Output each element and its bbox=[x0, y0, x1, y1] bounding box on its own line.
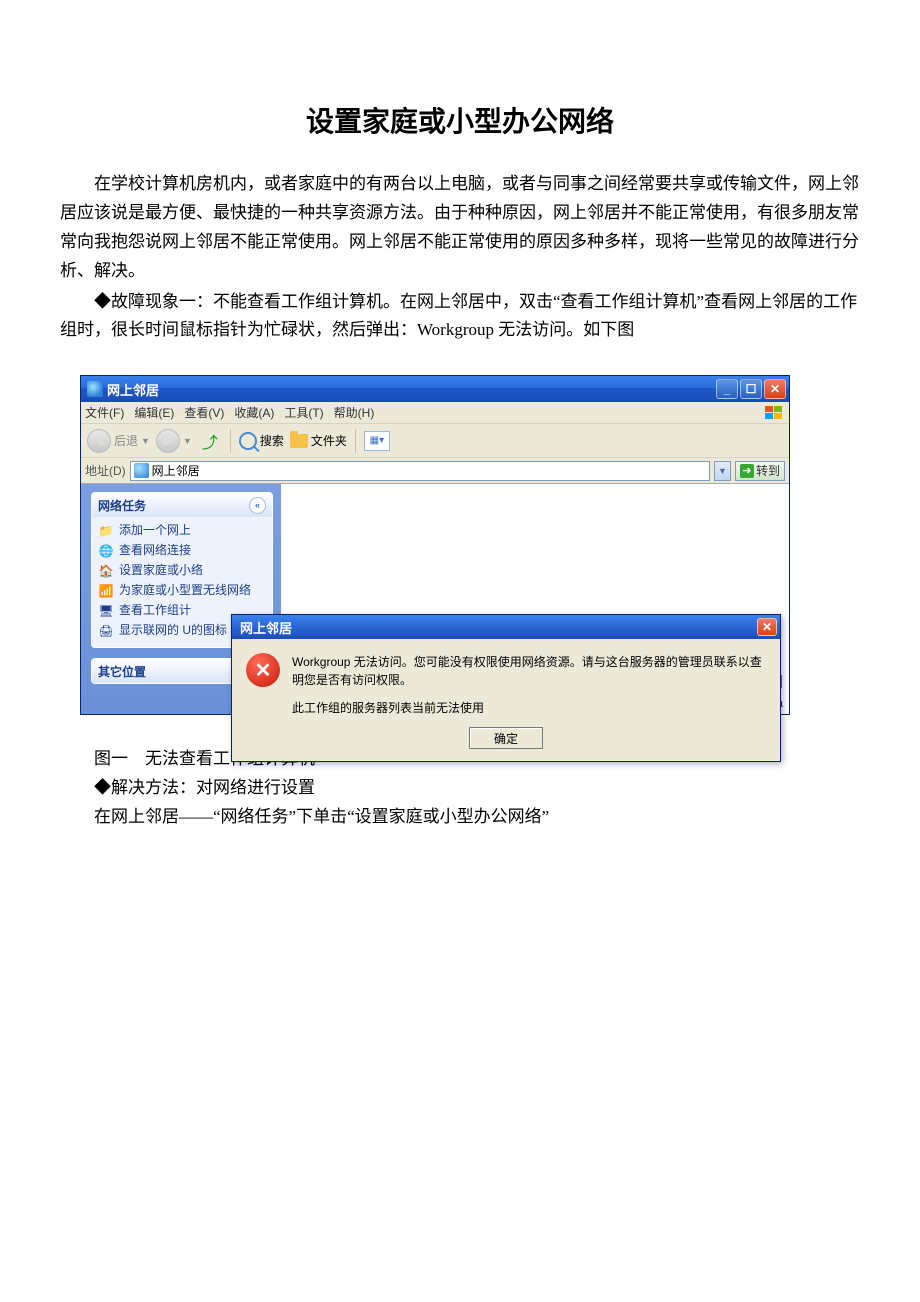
toolbar-separator bbox=[230, 429, 231, 453]
paragraph-fault1: ◆故障现象一：不能查看工作组计算机。在网上邻居中，双击“查看工作组计算机”查看网… bbox=[60, 288, 860, 346]
window-titlebar[interactable]: 网上邻居 _ ☐ ✕ bbox=[81, 376, 789, 402]
sidebar-item-label: 添加一个网上 bbox=[119, 523, 191, 537]
sidebar-item-label: 为家庭或小型置无线网络 bbox=[119, 583, 251, 597]
error-icon: ✕ bbox=[246, 653, 280, 687]
close-button[interactable]: ✕ bbox=[764, 379, 786, 399]
sidebar-item-add-place[interactable]: 📁 添加一个网上 bbox=[98, 523, 266, 539]
back-button[interactable]: ◄ 后退 ▼ bbox=[87, 429, 150, 453]
sidebar-item-view-connections[interactable]: 🌐 查看网络连接 bbox=[98, 543, 266, 559]
go-label: 转到 bbox=[756, 462, 780, 479]
up-button[interactable]: ⤴ bbox=[198, 429, 222, 453]
sidebar-item-label: 显示联网的 U的图标 bbox=[119, 623, 227, 637]
menu-favorites[interactable]: 收藏(A) bbox=[234, 404, 274, 421]
toolbar-separator bbox=[355, 429, 356, 453]
go-arrow-icon: ➜ bbox=[740, 464, 754, 478]
globe-icon: 🌐 bbox=[98, 543, 114, 559]
back-label: 后退 bbox=[114, 432, 138, 449]
toolbar: ◄ 后退 ▼ ► ▼ ⤴ 搜索 文件夹 ▦▾ bbox=[81, 424, 789, 458]
network-tasks-title: 网络任务 bbox=[98, 497, 146, 514]
paragraph-intro: 在学校计算机房机内，或者家庭中的有两台以上电脑，或者与同事之间经常要共享或传输文… bbox=[60, 170, 860, 286]
address-bar: 地址(D) 网上邻居 ▼ ➜ 转到 bbox=[81, 458, 789, 484]
chevron-down-icon: ▼ bbox=[183, 436, 192, 446]
menu-view[interactable]: 查看(V) bbox=[184, 404, 224, 421]
document-title: 设置家庭或小型办公网络 bbox=[60, 100, 860, 140]
folders-button[interactable]: 文件夹 bbox=[290, 432, 347, 449]
forward-button[interactable]: ► ▼ bbox=[156, 429, 192, 453]
network-places-icon bbox=[134, 463, 149, 478]
sidebar-item-label: 查看网络连接 bbox=[119, 543, 191, 557]
windows-flag-icon bbox=[763, 405, 785, 421]
other-places-title: 其它位置 bbox=[98, 663, 146, 680]
menu-file[interactable]: 文件(F) bbox=[85, 404, 124, 421]
dialog-titlebar[interactable]: 网上邻居 ✕ bbox=[232, 615, 780, 639]
network-tasks-header[interactable]: 网络任务 « bbox=[92, 493, 272, 517]
folder-icon bbox=[290, 434, 308, 448]
dialog-close-button[interactable]: ✕ bbox=[757, 618, 777, 636]
address-input[interactable]: 网上邻居 bbox=[130, 461, 710, 481]
add-icon: 📁 bbox=[98, 523, 114, 539]
chevron-down-icon: ▼ bbox=[141, 436, 150, 446]
client-area: 网络任务 « 📁 添加一个网上 🌐 查看网络连接 🏠 bbox=[81, 484, 789, 714]
sidebar-item-wireless[interactable]: 📶 为家庭或小型置无线网络 bbox=[98, 583, 266, 599]
back-arrow-icon: ◄ bbox=[87, 429, 111, 453]
device-icon: 🖨 bbox=[98, 623, 114, 639]
address-dropdown[interactable]: ▼ bbox=[714, 461, 731, 481]
maximize-button[interactable]: ☐ bbox=[740, 379, 762, 399]
forward-arrow-icon: ► bbox=[156, 429, 180, 453]
computers-icon: 🖥 bbox=[98, 603, 114, 619]
go-button[interactable]: ➜ 转到 bbox=[735, 461, 785, 481]
menu-bar: 文件(F) 编辑(E) 查看(V) 收藏(A) 工具(T) 帮助(H) bbox=[81, 402, 789, 424]
sidebar-item-setup-network[interactable]: 🏠 设置家庭或小络 bbox=[98, 563, 266, 579]
home-icon: 🏠 bbox=[98, 563, 114, 579]
search-button[interactable]: 搜索 bbox=[239, 432, 284, 450]
address-label: 地址(D) bbox=[85, 462, 126, 479]
network-places-icon bbox=[87, 381, 103, 397]
views-button[interactable]: ▦▾ bbox=[364, 431, 390, 451]
dialog-message-1: Workgroup 无法访问。您可能没有权限使用网络资源。请与这台服务器的管理员… bbox=[292, 653, 766, 689]
dialog-title: 网上邻居 bbox=[240, 618, 292, 637]
search-label: 搜索 bbox=[260, 432, 284, 449]
sidebar-item-label: 设置家庭或小络 bbox=[119, 563, 203, 577]
dialog-message-2: 此工作组的服务器列表当前无法使用 bbox=[292, 699, 766, 717]
folders-label: 文件夹 bbox=[311, 432, 347, 449]
solution-step: 在网上邻居——“网络任务”下单击“设置家庭或小型办公网络” bbox=[60, 803, 860, 832]
explorer-window: 网上邻居 _ ☐ ✕ 文件(F) 编辑(E) 查看(V) 收藏(A) 工具(T)… bbox=[80, 375, 790, 715]
ok-button[interactable]: 确定 bbox=[469, 727, 543, 749]
address-value: 网上邻居 bbox=[152, 462, 200, 479]
wireless-icon: 📶 bbox=[98, 583, 114, 599]
minimize-button[interactable]: _ bbox=[716, 379, 738, 399]
solution-heading: ◆解决方法：对网络进行设置 bbox=[60, 774, 860, 803]
collapse-icon[interactable]: « bbox=[249, 497, 266, 514]
menu-edit[interactable]: 编辑(E) bbox=[134, 404, 174, 421]
menu-tools[interactable]: 工具(T) bbox=[284, 404, 323, 421]
menu-help[interactable]: 帮助(H) bbox=[334, 404, 375, 421]
error-dialog: 网上邻居 ✕ ✕ Workgroup 无法访问。您可能没有权限使用网络资源。请与… bbox=[231, 614, 781, 762]
search-icon bbox=[239, 432, 257, 450]
window-title: 网上邻居 bbox=[107, 380, 714, 399]
figure-1: 网上邻居 _ ☐ ✕ 文件(F) 编辑(E) 查看(V) 收藏(A) 工具(T)… bbox=[60, 375, 860, 715]
sidebar-item-label: 查看工作组计 bbox=[119, 603, 191, 617]
